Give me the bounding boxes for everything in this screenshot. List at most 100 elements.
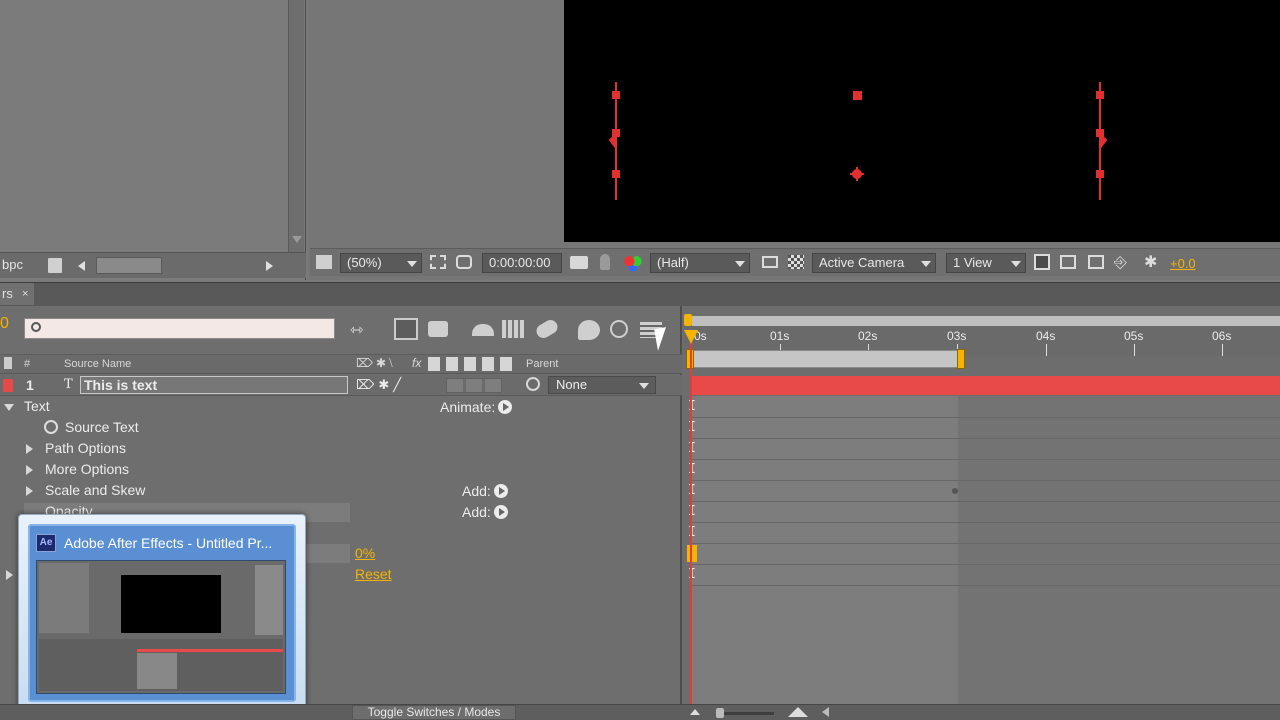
region-of-interest-icon[interactable]: [430, 255, 446, 269]
camera-dropdown[interactable]: Active Camera: [812, 253, 936, 273]
property-text[interactable]: Text Animate:: [0, 396, 682, 417]
property-source-text[interactable]: Source Text: [0, 417, 682, 438]
scroll-left-icon[interactable]: [822, 707, 829, 717]
column-source-name[interactable]: Source Name: [64, 358, 131, 370]
property-scale-and-skew[interactable]: Scale and Skew Add:: [0, 480, 682, 501]
frame-blending-icon[interactable]: [502, 320, 524, 338]
draft-3d-icon[interactable]: [428, 321, 448, 337]
transparency-grid-icon[interactable]: [788, 255, 804, 269]
composition-canvas[interactable]: [564, 0, 1280, 242]
property-more-options[interactable]: More Options: [0, 459, 682, 480]
reset-link[interactable]: Reset: [355, 566, 392, 582]
mask-visibility-icon[interactable]: [456, 255, 472, 269]
ruler-tick-label: 02s: [858, 329, 878, 343]
expand-triangle-icon[interactable]: [26, 486, 33, 496]
layer-row[interactable]: 1 T This is text ⌦✱╱ None: [0, 375, 682, 396]
timecode-field[interactable]: 0:00:00:00: [482, 253, 562, 273]
zoom-out-icon[interactable]: [690, 709, 700, 715]
expand-triangle-icon[interactable]: [26, 465, 33, 475]
bpc-label[interactable]: bpc: [2, 257, 23, 272]
outside-work-area-region: [958, 396, 1280, 720]
toggle-pixel-aspect-icon[interactable]: [1034, 254, 1050, 270]
right-handle-top: [1096, 91, 1104, 99]
animate-label: Animate:: [440, 399, 496, 415]
fast-previews-icon[interactable]: [762, 256, 778, 268]
trash-icon[interactable]: [48, 258, 62, 273]
timeline-icon[interactable]: [1088, 255, 1104, 269]
zoom-slider-track[interactable]: [716, 712, 774, 715]
horizontal-scroll-thumb[interactable]: [96, 257, 162, 274]
work-area-navigator[interactable]: [692, 316, 1280, 326]
add-button[interactable]: Add:: [462, 503, 508, 520]
work-area-end-handle[interactable]: [957, 349, 965, 369]
ruler-tick-label: 06s: [1212, 329, 1232, 343]
keyframe-marker[interactable]: [687, 545, 697, 562]
ruler-tick: [1134, 344, 1135, 356]
scroll-left-icon[interactable]: [78, 261, 85, 271]
work-area-bar[interactable]: [692, 350, 960, 368]
layer-switch-row-icons[interactable]: ⌦✱╱: [356, 377, 405, 393]
row-divider: [692, 417, 1280, 418]
parent-dropdown[interactable]: None: [548, 376, 656, 394]
close-tab-icon[interactable]: ×: [22, 283, 28, 305]
zoom-in-icon[interactable]: [788, 707, 808, 717]
composition-mini-flowchart-icon[interactable]: ⇿: [350, 320, 363, 340]
layer-name-field[interactable]: This is text: [80, 376, 348, 394]
add-button[interactable]: Add:: [462, 482, 508, 499]
exposure-value[interactable]: +0.0: [1170, 256, 1196, 271]
property-label: Text: [24, 398, 50, 414]
layer-search-input[interactable]: [24, 318, 335, 339]
brainstorm-icon[interactable]: [578, 320, 600, 340]
project-bottom-bar: bpc: [0, 252, 306, 278]
hide-shy-layers-icon[interactable]: [472, 324, 494, 336]
scroll-down-icon[interactable]: [292, 236, 302, 243]
stopwatch-icon[interactable]: [44, 420, 58, 434]
ruler-tick-label: 03s: [947, 329, 967, 343]
property-path-options[interactable]: Path Options: [0, 438, 682, 459]
current-time-fragment[interactable]: 0: [0, 315, 9, 333]
opacity-percent-value[interactable]: 0%: [355, 545, 375, 561]
property-label: More Options: [45, 461, 130, 477]
timeline-tab[interactable]: rs ×: [0, 283, 34, 305]
resolution-dropdown[interactable]: (Half): [650, 253, 750, 273]
switches-header-icons[interactable]: ⌦✱⧵: [356, 356, 396, 371]
row-divider: [692, 585, 1280, 586]
layer-label-color[interactable]: [3, 379, 13, 392]
column-number[interactable]: #: [24, 358, 30, 370]
toggle-switches-modes-button[interactable]: Toggle Switches / Modes: [352, 705, 516, 720]
motion-blur-icon[interactable]: [533, 317, 561, 341]
current-time-indicator[interactable]: [690, 330, 692, 720]
scroll-right-icon[interactable]: [266, 261, 273, 271]
exposure-reset-icon[interactable]: ✱: [1144, 254, 1162, 272]
fast-preview-icon[interactable]: [1060, 255, 1076, 269]
snapshot-camera-icon[interactable]: [570, 256, 588, 269]
expand-triangle-icon[interactable]: [6, 570, 13, 580]
expand-triangle-icon[interactable]: [26, 444, 33, 454]
live-update-icon[interactable]: [394, 318, 418, 340]
timeline-tab-bar: [0, 282, 1280, 306]
stopwatch-icon[interactable]: [610, 320, 628, 338]
magnification-icon[interactable]: [316, 255, 332, 269]
layer-switch-boxes[interactable]: [446, 378, 502, 393]
column-parent[interactable]: Parent: [526, 358, 558, 370]
expand-triangle-icon[interactable]: [4, 404, 14, 411]
animate-button[interactable]: Animate:: [440, 398, 513, 415]
layer-duration-bar[interactable]: [692, 376, 1280, 395]
project-scrollbar[interactable]: [288, 0, 304, 252]
fx-icon[interactable]: fx: [412, 356, 421, 370]
zoom-dropdown[interactable]: (50%): [340, 253, 422, 273]
layer-switch-icons[interactable]: [428, 357, 514, 371]
chevron-down-icon: [1011, 261, 1021, 267]
preview-thumbnail: [36, 560, 286, 694]
ruler-tick: [1046, 344, 1047, 356]
row-divider: [692, 522, 1280, 523]
label-color-icon[interactable]: [4, 357, 12, 369]
flowchart-icon[interactable]: ⎆: [1114, 254, 1132, 272]
channel-icon[interactable]: [624, 254, 642, 272]
playhead-handle-icon[interactable]: [684, 330, 698, 344]
view-layout-dropdown[interactable]: 1 View: [946, 253, 1026, 273]
navigator-start-handle[interactable]: [684, 314, 692, 326]
zoom-slider-thumb[interactable]: [716, 708, 724, 718]
show-snapshot-icon[interactable]: [600, 254, 610, 270]
pick-whip-icon[interactable]: [526, 377, 540, 391]
